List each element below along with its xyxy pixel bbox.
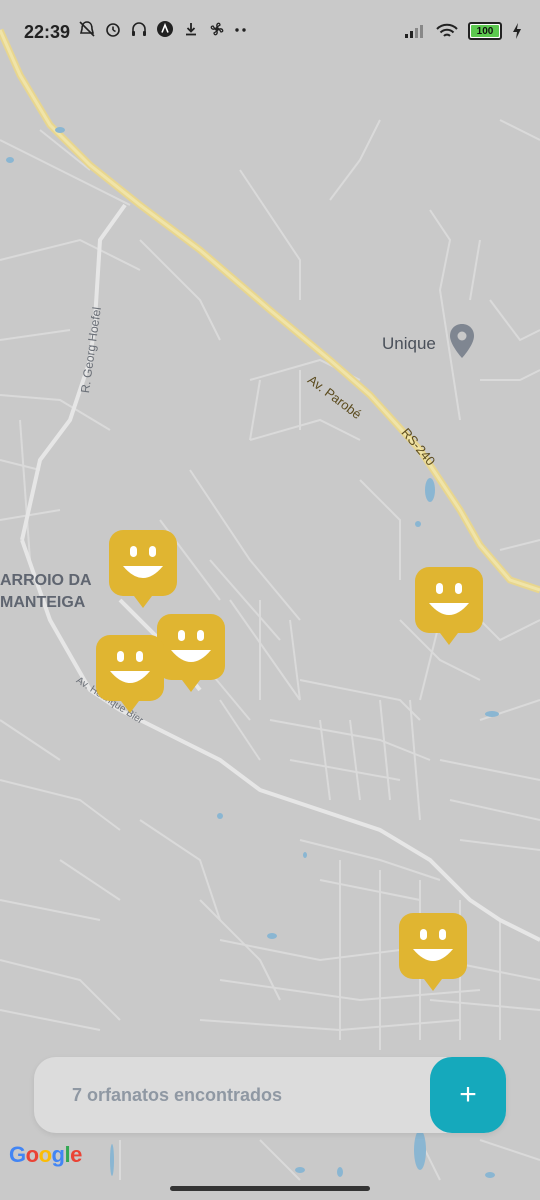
orphanage-count: 7 orfanatos encontrados: [72, 1085, 283, 1105]
area-label-line2: MANTEIGA: [0, 594, 86, 611]
battery-icon: 100: [468, 22, 502, 40]
app-a-icon: [157, 21, 173, 37]
poi-pin-icon[interactable]: [448, 322, 476, 360]
orphanage-pin[interactable]: [397, 911, 469, 997]
orphanage-pin[interactable]: [107, 528, 179, 614]
orphanage-pin[interactable]: [413, 565, 485, 651]
footer-bar: 7 orfanatos encontrados +: [34, 1057, 506, 1133]
alarm-icon: [106, 23, 120, 37]
fan-icon: [210, 22, 224, 36]
status-bar: 22:39 100: [0, 0, 540, 64]
orphanage-pin[interactable]: [94, 633, 166, 719]
battery-level: 100: [476, 25, 494, 37]
more-icon: [235, 28, 246, 32]
headphones-icon: [132, 22, 146, 36]
system-icons: 100: [404, 22, 522, 40]
notification-icons: [78, 20, 248, 38]
poi-label-unique: Unique: [382, 334, 436, 353]
area-label-line1: ARROIO DA: [0, 572, 92, 589]
plus-icon: +: [459, 1078, 477, 1111]
google-logo: Google: [9, 1142, 82, 1167]
gesture-bar[interactable]: [170, 1186, 370, 1191]
add-orphanage-button[interactable]: +: [430, 1057, 506, 1133]
charging-icon: [513, 23, 521, 39]
status-time: 22:39: [24, 22, 71, 42]
bell-off-icon: [79, 21, 95, 37]
wifi-icon: [436, 23, 458, 37]
download-icon: [186, 23, 196, 36]
signal-icon: [405, 25, 423, 38]
